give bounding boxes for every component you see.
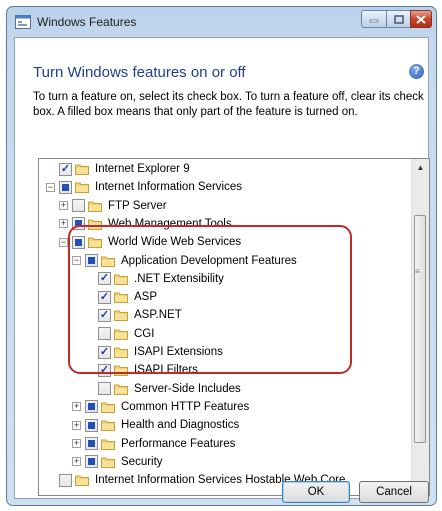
feature-checkbox[interactable] (98, 382, 111, 396)
feature-checkbox[interactable] (72, 199, 85, 213)
tree-item[interactable]: ✓ Internet Explorer 9 (46, 160, 190, 178)
collapse-minus-icon[interactable]: − (59, 237, 68, 247)
close-icon (416, 14, 426, 24)
expand-plus-icon[interactable]: + (72, 439, 81, 448)
dialog-heading: Turn Windows features on or off (33, 64, 246, 81)
tree-item[interactable]: + Performance Features (72, 435, 235, 453)
feature-checkbox[interactable]: ✓ (59, 162, 72, 176)
folder-icon (101, 402, 115, 413)
partial-fill-icon (88, 403, 95, 411)
tree-item[interactable]: Server-Side Includes (85, 380, 241, 398)
tree-item[interactable]: + Security (72, 453, 163, 471)
folder-icon (114, 384, 128, 395)
maximize-icon (393, 14, 404, 24)
title-bar[interactable]: Windows Features (7, 7, 436, 37)
minimize-button[interactable] (361, 10, 387, 28)
tree-item-label: Health and Diagnostics (121, 419, 240, 432)
tree-item[interactable]: + Health and Diagnostics (72, 416, 239, 434)
tree-scrollbar[interactable]: ▲ ≡ ▼ (411, 159, 429, 495)
tree-item-label: Server-Side Includes (134, 382, 241, 395)
expand-plus-icon[interactable]: + (72, 402, 81, 412)
feature-checkbox[interactable] (59, 180, 72, 194)
expand-plus-icon[interactable]: + (59, 201, 68, 211)
windows-features-dialog: Windows Features Turn Windows features o… (6, 6, 437, 506)
scroll-thumb[interactable] (414, 215, 426, 443)
partial-fill-icon (88, 458, 95, 466)
tree-item-label: Internet Explorer 9 (95, 163, 190, 175)
maximize-button[interactable] (386, 10, 411, 28)
folder-icon (75, 182, 89, 194)
folder-icon (75, 164, 89, 175)
expand-plus-icon[interactable]: + (72, 420, 81, 430)
tree-item-label: Security (121, 455, 163, 468)
folder-icon (75, 475, 89, 487)
partial-fill-icon (88, 440, 95, 447)
feature-checkbox[interactable] (85, 437, 98, 450)
scroll-grip-icon: ≡ (415, 267, 420, 276)
feature-checkbox[interactable] (59, 473, 72, 487)
tree-item-label: Performance Features (121, 437, 236, 450)
annotation-highlight (68, 225, 352, 374)
dialog-description: To turn a feature on, select its check b… (33, 91, 424, 118)
windows-features-icon (15, 15, 31, 29)
folder-icon (101, 439, 115, 450)
collapse-minus-icon[interactable]: − (46, 182, 55, 192)
folder-icon (101, 457, 115, 468)
feature-checkbox[interactable] (85, 400, 98, 414)
feature-checkbox[interactable] (85, 455, 98, 469)
scroll-up-icon[interactable]: ▲ (412, 159, 429, 176)
tree-item-label: Internet Information Services (95, 181, 243, 194)
expand-plus-icon[interactable]: + (59, 219, 68, 229)
cancel-button[interactable]: Cancel (359, 481, 429, 503)
minimize-icon (369, 19, 379, 23)
tree-item[interactable]: − Internet Information Services (46, 178, 242, 196)
folder-icon (88, 201, 102, 212)
help-icon[interactable]: ? (409, 64, 424, 79)
check-mark-icon: ✓ (60, 162, 71, 175)
partial-fill-icon (62, 183, 69, 191)
partial-fill-icon (88, 421, 95, 429)
tree-item-label: FTP Server (108, 199, 167, 212)
expand-plus-icon[interactable]: + (72, 457, 81, 467)
tree-item[interactable]: + FTP Server (59, 197, 167, 215)
tree-item[interactable]: + Common HTTP Features (72, 398, 249, 416)
close-button[interactable] (410, 10, 432, 28)
ok-button[interactable]: OK (282, 481, 350, 503)
feature-checkbox[interactable] (85, 418, 98, 432)
window-title: Windows Features (37, 15, 137, 29)
tree-item-label: Common HTTP Features (121, 400, 250, 413)
folder-icon (101, 420, 115, 432)
